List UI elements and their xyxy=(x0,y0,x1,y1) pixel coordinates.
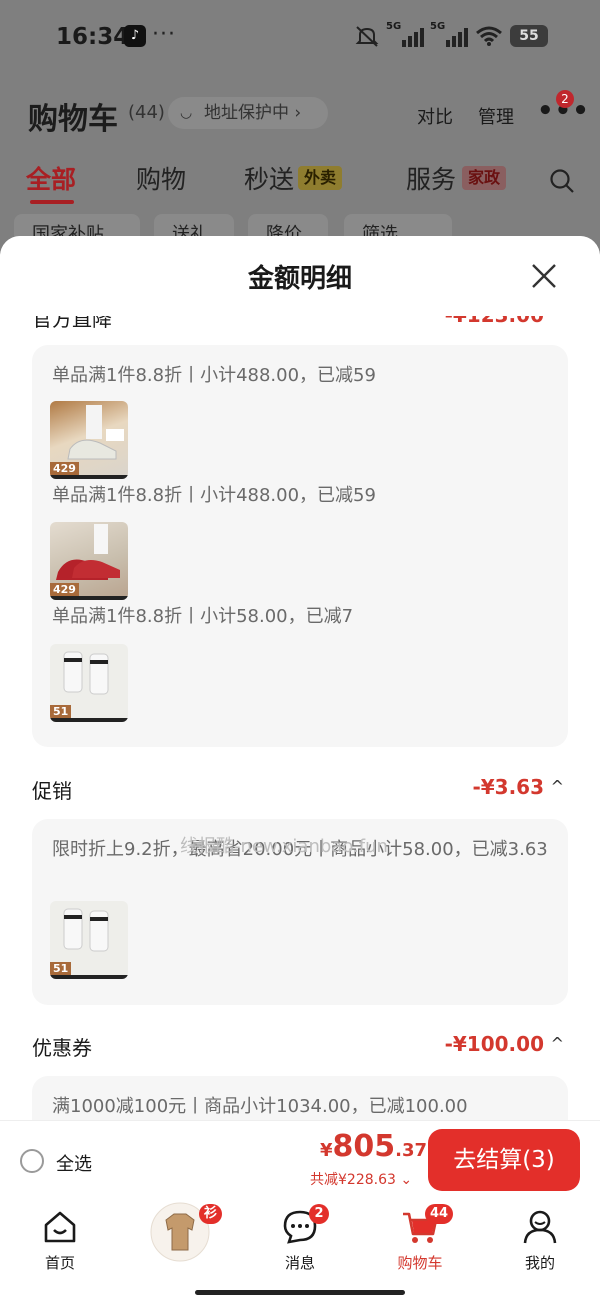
section-official-discount[interactable]: 官方直降 -¥123.00 ^ xyxy=(32,316,568,333)
sheet-title: 金额明细 xyxy=(247,264,352,294)
thumb-price: 51 xyxy=(50,705,72,718)
housekeeping-tag: 家政 xyxy=(462,166,507,190)
discount-card: 单品满1件8.8折丨小计488.00，已减59 429 单品满1件8.8折丨小计… xyxy=(32,345,568,747)
status-more-dots: ··· xyxy=(152,22,176,47)
home-indicator[interactable] xyxy=(195,1290,405,1295)
smile-icon: ◡ xyxy=(180,105,193,121)
address-protection-pill[interactable]: ◡ 地址保护中 › xyxy=(168,97,328,129)
signal-icon: 5G xyxy=(386,21,424,47)
tab-underline xyxy=(30,200,74,204)
message-badge: 2 xyxy=(309,1204,329,1224)
tab-express[interactable]: 秒送 xyxy=(244,160,294,196)
battery-indicator: 55 xyxy=(510,25,548,47)
home-icon xyxy=(44,1211,76,1243)
thumb-strip xyxy=(50,718,128,722)
cart-badge: 44 xyxy=(425,1204,454,1224)
search-icon[interactable] xyxy=(549,168,575,194)
total-price: ¥805.37 xyxy=(320,1129,428,1164)
section-coupon[interactable]: 优惠券 -¥100.00 ^ xyxy=(32,1032,568,1062)
thumb-price: 429 xyxy=(50,583,79,596)
discount-line: 单品满1件8.8折丨小计488.00，已减59 xyxy=(52,365,376,386)
tiktok-icon: ♪ xyxy=(124,25,146,47)
user-icon xyxy=(523,1210,557,1244)
chevron-up-icon[interactable]: ^ xyxy=(551,1034,564,1053)
thumb-price: 429 xyxy=(50,462,79,475)
discount-line: 单品满1件8.8折丨小计58.00，已减7 xyxy=(52,606,354,627)
section-amount: -¥100.00 xyxy=(444,1032,544,1056)
chevron-up-icon[interactable]: ^ xyxy=(551,777,564,796)
shirt-badge: 衫 xyxy=(199,1204,223,1224)
saved-amount[interactable]: 共减¥228.63 ⌄ xyxy=(310,1169,412,1189)
tab-service[interactable]: 服务 xyxy=(406,160,456,196)
section-amount: -¥3.63 xyxy=(472,775,544,799)
cart-count: (44) xyxy=(128,102,165,123)
chevron-down-icon: ⌄ xyxy=(400,1172,413,1188)
takeaway-tag: 外卖 xyxy=(298,166,343,190)
amount-detail-sheet: 金额明细 官方直降 -¥123.00 ^ 单品满1件8.8折丨小计488.00，… xyxy=(0,236,600,1120)
close-icon[interactable] xyxy=(530,262,558,290)
section-label: 优惠券 xyxy=(32,1036,92,1060)
section-label: 官方直降 xyxy=(32,316,112,331)
nav-home[interactable]: 首页 xyxy=(15,1208,105,1273)
select-all-radio[interactable] xyxy=(20,1149,44,1173)
nav-messages[interactable]: 消息 2 xyxy=(255,1204,345,1273)
product-thumb-red-shoes[interactable]: 429 xyxy=(50,522,128,600)
thumb-strip xyxy=(50,475,128,479)
discount-line: 单品满1件8.8折丨小计488.00，已减59 xyxy=(52,485,376,506)
status-icons: 5G 5G 55 xyxy=(354,21,548,48)
checkout-button[interactable]: 去结算(3) xyxy=(428,1129,580,1191)
nav-cart[interactable]: 购物车 44 xyxy=(375,1204,465,1273)
section-label: 促销 xyxy=(32,779,72,803)
tab-all[interactable]: 全部 xyxy=(26,160,76,196)
nav-promo-product[interactable]: 衫 xyxy=(135,1202,225,1262)
wifi-icon xyxy=(476,26,502,46)
watermark: 线报酷-new.xianbao.fun xyxy=(180,836,388,857)
tab-shopping[interactable]: 购物 xyxy=(136,160,186,196)
compare-button[interactable]: 对比 xyxy=(417,103,453,129)
manage-button[interactable]: 管理 xyxy=(478,103,514,129)
more-badge: 2 xyxy=(556,90,574,108)
status-bar: 16:34 ♪ ··· 5G 5G 55 xyxy=(0,0,600,80)
sheet-header: 金额明细 xyxy=(0,236,600,316)
page-title: 购物车 xyxy=(28,102,118,137)
select-all-label[interactable]: 全选 xyxy=(56,1150,92,1176)
sheet-body[interactable]: 官方直降 -¥123.00 ^ 单品满1件8.8折丨小计488.00，已减59 … xyxy=(0,316,600,1120)
product-thumb-shoes[interactable]: 429 xyxy=(50,401,128,479)
chevron-right-icon: › xyxy=(294,103,302,123)
signal-icon-2: 5G xyxy=(430,21,468,47)
thumb-strip xyxy=(50,975,128,979)
nav-profile[interactable]: 我的 xyxy=(495,1208,585,1273)
product-thumb-socks[interactable]: 51 xyxy=(50,644,128,722)
coupon-card: 满1000减100元丨商品小计1034.00，已减100.00 xyxy=(32,1076,568,1120)
product-thumb-socks[interactable]: 51 xyxy=(50,901,128,979)
status-time: 16:34 xyxy=(56,24,130,50)
checkout-bar: 全选 ¥805.37 共减¥228.63 ⌄ 去结算(3) xyxy=(0,1120,600,1200)
section-promotion[interactable]: 促销 -¥3.63 ^ xyxy=(32,775,568,805)
section-amount: -¥123.00 xyxy=(445,316,544,327)
thumb-strip xyxy=(50,596,128,600)
coupon-line: 满1000减100元丨商品小计1034.00，已减100.00 xyxy=(52,1096,468,1117)
mute-bell-icon xyxy=(355,26,379,47)
cart-tabs: 全部 购物 秒送 外卖 服务 家政 xyxy=(0,160,600,210)
thumb-price: 51 xyxy=(50,962,72,975)
chevron-up-icon[interactable]: ^ xyxy=(551,316,564,324)
address-label: 地址保护中 xyxy=(204,103,289,123)
